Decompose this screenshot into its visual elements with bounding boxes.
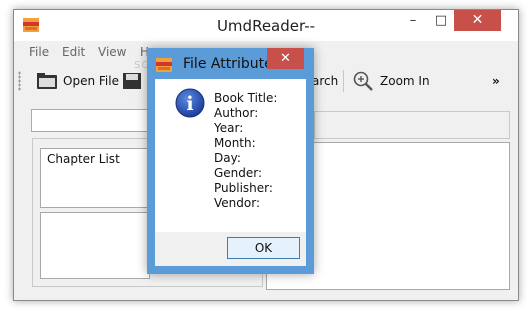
dialog-app-icon bbox=[156, 58, 172, 72]
title-bar[interactable]: UmdReader-- – □ ✕ bbox=[14, 10, 518, 41]
zoom-in-button[interactable]: Zoom In bbox=[352, 69, 430, 93]
zoom-in-icon bbox=[353, 71, 373, 91]
attr-publisher: Publisher: bbox=[214, 181, 273, 195]
maximize-button[interactable]: □ bbox=[427, 10, 455, 31]
attr-month: Month: bbox=[214, 136, 256, 150]
dialog-close-button[interactable]: ✕ bbox=[267, 48, 304, 69]
info-icon-letter: i bbox=[186, 93, 193, 115]
menu-file[interactable]: File bbox=[29, 45, 49, 59]
save-icon bbox=[123, 73, 141, 89]
chapter-list-header: Chapter List bbox=[47, 152, 120, 166]
toolbar-grip[interactable] bbox=[18, 71, 21, 91]
dialog-body: i Book Title: Author: Year: Month: Day: … bbox=[155, 79, 306, 232]
dialog-footer: OK bbox=[155, 232, 306, 266]
attr-day: Day: bbox=[214, 151, 241, 165]
toolbar-separator bbox=[343, 70, 344, 92]
info-icon: i bbox=[175, 88, 205, 118]
minimize-button[interactable]: – bbox=[399, 10, 427, 31]
menu-view[interactable]: View bbox=[98, 45, 126, 59]
close-button[interactable]: ✕ bbox=[454, 10, 501, 31]
search-label: arch bbox=[312, 74, 339, 88]
save-button[interactable] bbox=[122, 69, 142, 93]
search-button[interactable]: arch bbox=[312, 69, 338, 93]
attribute-list: Book Title: Author: Year: Month: Day: Ge… bbox=[214, 91, 277, 211]
right-top-pane bbox=[314, 111, 510, 139]
dialog-title: File Attribute bbox=[183, 56, 273, 72]
chapter-detail-box[interactable] bbox=[40, 212, 150, 279]
chapter-list-box[interactable]: Chapter List bbox=[40, 148, 150, 208]
address-input[interactable] bbox=[31, 109, 152, 132]
ok-button[interactable]: OK bbox=[227, 237, 300, 259]
folder-icon bbox=[37, 73, 57, 89]
attr-year: Year: bbox=[214, 121, 244, 135]
zoom-in-label: Zoom In bbox=[380, 74, 430, 88]
attr-author: Author: bbox=[214, 106, 259, 120]
attr-book-title: Book Title: bbox=[214, 91, 278, 105]
attr-vendor: Vendor: bbox=[214, 196, 260, 210]
menu-edit[interactable]: Edit bbox=[62, 45, 85, 59]
open-file-button[interactable]: Open File bbox=[36, 69, 119, 93]
attr-gender: Gender: bbox=[214, 166, 263, 180]
toolbar-overflow-button[interactable]: » bbox=[492, 69, 500, 93]
open-file-label: Open File bbox=[63, 74, 119, 88]
file-attribute-dialog: File Attribute ✕ i Book Title: Author: Y… bbox=[147, 48, 314, 274]
